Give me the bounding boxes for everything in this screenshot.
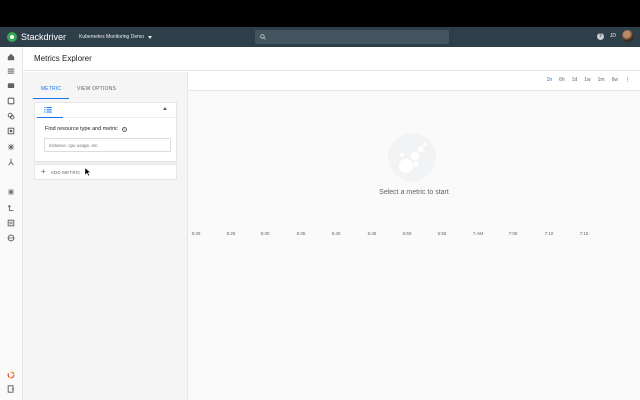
empty-state-illustration [388, 133, 436, 181]
shield-icon[interactable] [7, 97, 15, 105]
chart-panel: 1h 6h 1d 1w 1m 6w ⋮ Select a metric to s… [188, 72, 640, 400]
mouse-cursor-icon [85, 168, 91, 176]
alerting-icon[interactable] [7, 143, 15, 151]
add-metric-label: ADD METRIC [50, 169, 81, 175]
logging-icon[interactable] [7, 219, 15, 227]
search-input[interactable] [270, 34, 440, 40]
metric-card-header[interactable] [35, 103, 176, 118]
bubbles-icon [399, 142, 427, 173]
metric-card: Find resource type and metric ? [34, 102, 177, 162]
more-vert-icon[interactable]: ⋮ [625, 77, 630, 83]
user-initials: JD [609, 33, 616, 39]
x-tick-label: 6:35 [296, 231, 306, 236]
x-tick-label: 7 AM [472, 231, 484, 236]
settings-icon[interactable] [7, 371, 15, 379]
chat-icon[interactable] [7, 82, 15, 90]
x-tick-label: 6:45 [367, 231, 377, 236]
avatar[interactable] [622, 30, 634, 42]
logo-text: Stackdriver [21, 32, 67, 42]
x-tick-label: 7:10 [544, 231, 554, 236]
range-1m[interactable]: 1m [598, 77, 605, 83]
tab-metric[interactable]: METRIC [33, 82, 69, 99]
find-resource-label: Find resource type and metric ? [45, 126, 127, 132]
time-range-selector: 1h 6h 1d 1w 1m 6w ⋮ [547, 77, 630, 83]
range-6h[interactable]: 6h [559, 77, 565, 83]
app-bar: Stackdriver Kubernetes Monitoring Demo ?… [0, 27, 640, 47]
project-name: Kubernetes Monitoring Demo [79, 34, 145, 40]
x-tick-label: 6:55 [437, 231, 447, 236]
range-6w[interactable]: 6w [612, 77, 618, 83]
trace-icon[interactable] [7, 204, 15, 212]
docs-icon[interactable] [7, 385, 15, 393]
search-icon [260, 34, 266, 40]
stackdriver-logo[interactable]: Stackdriver [7, 32, 66, 42]
metric-card-header-underline [37, 117, 63, 118]
empty-state-message: Select a metric to start [379, 189, 449, 196]
x-tick-label: 7:15 [579, 231, 589, 236]
chevron-up-icon[interactable] [163, 107, 167, 110]
sidebar [0, 47, 23, 400]
home-icon[interactable] [7, 53, 15, 61]
groups-icon[interactable] [7, 158, 15, 166]
x-tick-label: 6:25 [226, 231, 236, 236]
x-tick-label: 6:50 [402, 231, 412, 236]
plus-icon: + [41, 167, 46, 176]
time-range-bar: 1h 6h 1d 1w 1m 6w ⋮ [188, 72, 640, 91]
list-icon[interactable] [44, 107, 52, 113]
profiler-icon[interactable] [7, 234, 15, 242]
range-1d[interactable]: 1d [572, 77, 578, 83]
find-resource-label-text: Find resource type and metric [45, 126, 118, 132]
x-tick-label: 7:05 [508, 231, 518, 236]
debug-icon[interactable] [7, 188, 15, 196]
resources-icon[interactable] [7, 127, 15, 135]
uptime-icon[interactable] [7, 112, 15, 120]
metric-config-panel: METRIC VIEW OPTIONS Find resource type a… [23, 72, 188, 400]
range-1h[interactable]: 1h [547, 77, 553, 83]
x-axis-ticks: 6:20 6:25 6:30 6:35 6:40 6:45 6:50 6:55 … [188, 231, 640, 239]
tab-view-options[interactable]: VIEW OPTIONS [77, 82, 116, 99]
dashboard-icon[interactable] [7, 67, 15, 75]
help-icon[interactable]: ? [596, 32, 604, 40]
add-metric-button[interactable]: + ADD METRIC [34, 164, 177, 180]
range-1w[interactable]: 1w [584, 77, 590, 83]
resource-metric-input[interactable] [44, 138, 171, 152]
config-tabs: METRIC VIEW OPTIONS [33, 82, 133, 99]
x-tick-label: 6:30 [260, 231, 270, 236]
chevron-down-icon [148, 35, 153, 39]
stackdriver-logo-icon [7, 32, 17, 42]
help-circle-icon[interactable]: ? [121, 126, 127, 132]
page-title: Metrics Explorer [34, 54, 92, 63]
search-box[interactable] [255, 30, 449, 44]
top-black-bar [0, 0, 640, 27]
x-tick-label: 6:20 [191, 231, 201, 236]
page-header: Metrics Explorer [23, 47, 640, 71]
project-selector[interactable]: Kubernetes Monitoring Demo [79, 34, 153, 40]
x-tick-label: 6:40 [331, 231, 341, 236]
